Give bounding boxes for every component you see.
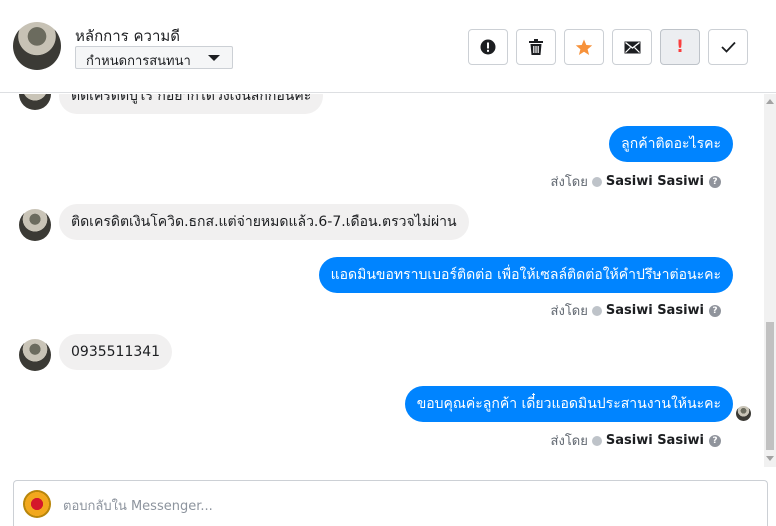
help-icon[interactable]: ? <box>709 175 721 188</box>
follow-up-icon: ! <box>676 37 684 57</box>
contact-avatar-small <box>19 209 51 241</box>
incoming-message: ติดเครดิตเงินโควิด.ธกส.แต่จ่ายหมดแล้ว.6-… <box>59 204 469 240</box>
agent-name[interactable]: Sasiwi Sasiwi <box>606 303 704 318</box>
scroll-down-arrow-icon[interactable] <box>766 456 774 461</box>
scroll-up-arrow-icon[interactable] <box>766 99 774 104</box>
incoming-message: ติดเครดิตบูโร ก็อยากได้วงเงินสักก้อนค่ะ <box>59 94 324 114</box>
reply-input[interactable]: ตอบกลับใน Messenger... <box>63 495 213 516</box>
scroll-thumb[interactable] <box>766 322 774 450</box>
exclamation-circle-icon <box>480 39 496 55</box>
star-icon <box>575 39 593 55</box>
incoming-message: 0935511341 <box>59 334 173 370</box>
conversation-header: หลักการ ความดี กำหนดการสนทนา ! <box>0 0 776 93</box>
outgoing-message: ลูกค้าติดอะไรคะ <box>609 126 733 162</box>
follow-up-button[interactable]: ! <box>660 29 700 65</box>
sent-check-icon <box>591 305 602 316</box>
contact-avatar[interactable] <box>13 22 61 70</box>
sent-check-icon <box>591 176 602 187</box>
label-dropdown[interactable]: กำหนดการสนทนา <box>75 46 233 69</box>
mark-unread-button[interactable] <box>612 29 652 65</box>
delete-button[interactable] <box>516 29 556 65</box>
sent-by-line: ส่งโดย Sasiwi Sasiwi ? <box>551 300 721 321</box>
help-icon[interactable]: ? <box>709 304 721 317</box>
check-icon <box>720 41 736 53</box>
outgoing-message: แอดมินขอทราบเบอร์ติดต่อ เพื่อให้เซลล์ติด… <box>318 257 733 293</box>
sent-by-label: ส่งโดย <box>550 434 588 449</box>
trash-icon <box>529 39 543 55</box>
contact-avatar-small <box>19 94 51 110</box>
help-icon[interactable]: ? <box>709 434 721 447</box>
sent-by-line: ส่งโดย Sasiwi Sasiwi ? <box>551 171 721 192</box>
sent-by-line: ส่งโดย Sasiwi Sasiwi ? <box>551 430 721 451</box>
page-logo <box>23 490 51 518</box>
contact-avatar-small <box>19 339 51 371</box>
star-button[interactable] <box>564 29 604 65</box>
sent-check-icon <box>591 435 602 446</box>
agent-name[interactable]: Sasiwi Sasiwi <box>606 174 704 189</box>
label-dropdown-text: กำหนดการสนทนา <box>86 54 191 69</box>
thread-scrollbar[interactable] <box>764 94 776 467</box>
seen-avatar <box>736 406 751 421</box>
mark-done-button[interactable] <box>708 29 748 65</box>
agent-name[interactable]: Sasiwi Sasiwi <box>606 433 704 448</box>
envelope-icon <box>624 41 640 53</box>
reply-composer[interactable]: ตอบกลับใน Messenger... <box>13 480 768 526</box>
sent-by-label: ส่งโดย <box>550 304 588 319</box>
mark-spam-button[interactable] <box>468 29 508 65</box>
contact-name[interactable]: หลักการ ความดี <box>75 24 180 48</box>
outgoing-message: ขอบคุณค่ะลูกค้า เดี๋ยวแอดมินประสานงานให้… <box>404 386 733 422</box>
message-thread[interactable]: ติดเครดิตบูโร ก็อยากได้วงเงินสักก้อนค่ะ … <box>0 94 764 467</box>
caret-down-icon <box>208 55 220 61</box>
sent-by-label: ส่งโดย <box>550 175 588 190</box>
